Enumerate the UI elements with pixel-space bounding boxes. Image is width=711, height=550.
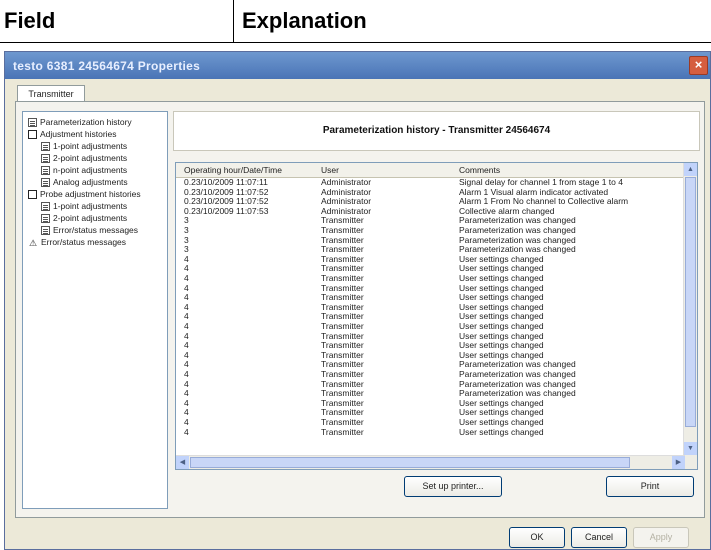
document-icon: [41, 178, 50, 188]
table-row[interactable]: 4 Transmitter User settings changed: [176, 321, 686, 332]
cell-time: 4: [184, 426, 189, 437]
scroll-right-icon[interactable]: ▶: [672, 456, 685, 469]
table-row[interactable]: 4 Transmitter Parameterization was changed: [176, 360, 686, 370]
vertical-scrollbar[interactable]: ▲ ▼: [683, 163, 697, 469]
tree-item-label: Error/status messages: [53, 225, 139, 235]
document-icon: [41, 142, 50, 152]
apply-button[interactable]: Apply: [633, 527, 689, 548]
scroll-up-icon[interactable]: ▲: [684, 163, 697, 176]
cancel-button[interactable]: Cancel: [571, 527, 627, 548]
document-icon: [41, 202, 50, 212]
tree-item[interactable]: 1-point adjustments: [41, 140, 127, 152]
table-row[interactable]: 3 Transmitter Parameterization was changed: [176, 235, 686, 246]
tree-item-label: 2-point adjustments: [53, 213, 128, 223]
tree-item-label: 1-point adjustments: [53, 141, 128, 151]
title-bar[interactable]: testo 6381 24564674 Properties ×: [5, 52, 710, 79]
vertical-scroll-thumb[interactable]: [685, 177, 696, 427]
scroll-down-icon[interactable]: ▼: [684, 442, 697, 455]
tree-item[interactable]: Analog adjustments: [41, 176, 128, 188]
table-row[interactable]: 4 Transmitter User settings changed: [176, 264, 686, 274]
table-row[interactable]: 4 Transmitter User settings changed: [176, 408, 686, 418]
tree-item[interactable]: Adjustment histories: [28, 128, 117, 140]
print-button[interactable]: Print: [606, 476, 694, 497]
tree-item-label: Adjustment histories: [40, 129, 117, 139]
column-header-time[interactable]: Operating hour/Date/Time: [184, 163, 282, 177]
table-row[interactable]: 4 Transmitter Parameterization was changed: [176, 379, 686, 390]
table-row[interactable]: 0.23/10/2009 11:07:53 Administrator Collec…: [176, 205, 686, 217]
history-content: Parameterization history - Transmitter 2…: [173, 111, 700, 509]
table-row[interactable]: 4 Transmitter Parameterization was changed: [176, 389, 686, 399]
tree-item-label: Analog adjustments: [53, 177, 128, 187]
cell-user: Transmitter: [321, 426, 364, 437]
horizontal-scrollbar[interactable]: ◀ ▶: [176, 455, 685, 469]
grid-header: Operating hour/Date/Time User Comments: [176, 163, 686, 178]
column-header-user[interactable]: User: [321, 163, 339, 177]
tree-item-label: Parameterization history: [40, 117, 132, 127]
table-row[interactable]: 3 Transmitter Parameterization was changed: [176, 245, 686, 255]
folder-icon: [28, 130, 37, 140]
tree-item[interactable]: Probe adjustment histories: [28, 188, 141, 200]
tree-item-label: n-point adjustments: [53, 165, 128, 175]
tree-item[interactable]: Error/status messages: [41, 224, 138, 236]
window-title: testo 6381 24564674 Properties: [13, 59, 201, 73]
table-row[interactable]: 4 Transmitter User settings changed: [176, 312, 686, 322]
table-row[interactable]: 4 Transmitter User settings changed: [176, 398, 686, 409]
explanation-header: Explanation: [242, 8, 367, 33]
cell-comment: User settings changed: [459, 426, 544, 437]
document-icon: [41, 154, 50, 164]
document-icon: [41, 166, 50, 176]
table-row[interactable]: 4 Transmitter User settings changed: [176, 273, 686, 284]
table-row[interactable]: 4 Transmitter User settings changed: [176, 293, 686, 303]
scroll-left-icon[interactable]: ◀: [176, 456, 189, 469]
history-grid[interactable]: Operating hour/Date/Time User Comments 0…: [175, 162, 698, 470]
table-row[interactable]: 4 Transmitter User settings changed: [176, 417, 686, 428]
cell-time: 0.23/10/2009 11:07:53: [184, 205, 269, 216]
table-row[interactable]: 4 Transmitter User settings changed: [176, 426, 686, 438]
tree-item-label: Probe adjustment histories: [40, 189, 141, 199]
table-row[interactable]: 4 Transmitter Parameterization was changed: [176, 369, 686, 380]
close-button[interactable]: ×: [689, 56, 708, 75]
table-row[interactable]: 4 Transmitter User settings changed: [176, 341, 686, 351]
tree-item[interactable]: n-point adjustments: [41, 164, 127, 176]
document-icon: [28, 118, 37, 128]
column-divider: [233, 0, 234, 42]
document-icon: [41, 226, 50, 236]
warning-icon: ⚠: [28, 237, 38, 248]
column-header-comments[interactable]: Comments: [459, 163, 500, 177]
tree-item[interactable]: 2-point adjustments: [41, 212, 127, 224]
table-row[interactable]: 4 Transmitter User settings changed: [176, 331, 686, 342]
folder-icon: [28, 190, 37, 200]
document-icon: [41, 214, 50, 224]
setup-printer-button[interactable]: Set up printer...: [404, 476, 502, 497]
tree-item-label: 2-point adjustments: [53, 153, 128, 163]
panel-title: Parameterization history - Transmitter 2…: [173, 111, 700, 151]
table-row[interactable]: 4 Transmitter User settings changed: [176, 302, 686, 313]
tree-item[interactable]: Parameterization history: [28, 116, 132, 128]
field-header: Field: [4, 8, 56, 33]
ok-button[interactable]: OK: [509, 527, 565, 548]
doc-table-header: Field Explanation: [0, 0, 711, 43]
history-tree[interactable]: Parameterization history Adjustment histo…: [22, 111, 168, 509]
table-row[interactable]: 4 Transmitter User settings changed: [176, 283, 686, 294]
tree-item[interactable]: 2-point adjustments: [41, 152, 127, 164]
table-row[interactable]: 4 Transmitter User settings changed: [176, 254, 686, 265]
tree-item-label: 1-point adjustments: [53, 201, 128, 211]
table-row[interactable]: 3 Transmitter Parameterization was changed: [176, 225, 686, 236]
tree-item-label: Error/status messages: [41, 237, 127, 247]
horizontal-scroll-thumb[interactable]: [190, 457, 630, 468]
properties-dialog: testo 6381 24564674 Properties × Transmi…: [4, 51, 711, 550]
table-row[interactable]: 3 Transmitter Parameterization was changed: [176, 216, 686, 226]
tree-item[interactable]: ⚠ Error/status messages: [28, 236, 126, 248]
table-row[interactable]: 4 Transmitter User settings changed: [176, 350, 686, 361]
tree-item[interactable]: 1-point adjustments: [41, 200, 127, 212]
